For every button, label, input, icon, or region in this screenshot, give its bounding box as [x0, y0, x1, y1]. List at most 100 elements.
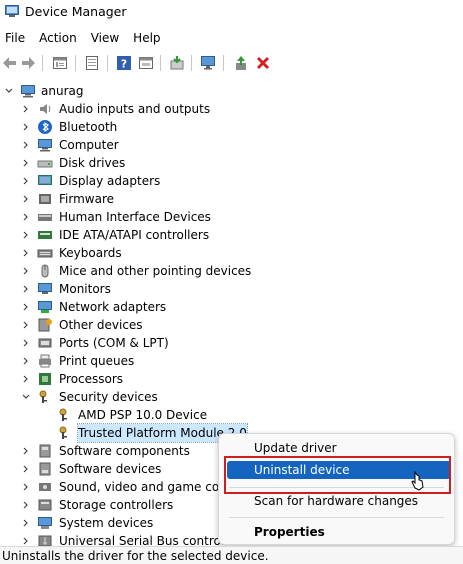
properties-icon[interactable] [52, 55, 68, 71]
tree-category[interactable]: Disk drives [0, 154, 463, 172]
tree-category[interactable]: Audio inputs and outputs [0, 100, 463, 118]
security-key-icon [57, 407, 73, 423]
tree-device[interactable]: AMD PSP 10.0 Device [0, 406, 463, 424]
chevron-right-icon[interactable] [21, 230, 31, 240]
processor-icon [37, 371, 53, 387]
chevron-down-icon[interactable] [21, 392, 31, 402]
menu-help[interactable]: Help [133, 28, 160, 48]
ports-icon [37, 335, 53, 351]
chevron-right-icon[interactable] [21, 266, 31, 276]
tpm-key-icon [57, 425, 73, 441]
menu-view[interactable]: View [91, 28, 119, 48]
storage-icon [37, 497, 53, 513]
help-icon[interactable]: ? [116, 55, 132, 71]
forward-icon[interactable] [20, 55, 36, 71]
tree-category[interactable]: Monitors [0, 280, 463, 298]
computer-icon [37, 137, 53, 153]
tree-category[interactable]: Firmware [0, 190, 463, 208]
chevron-right-icon[interactable] [21, 104, 31, 114]
ide-controller-icon [37, 227, 53, 243]
enable-device-icon[interactable] [233, 55, 249, 71]
tree-category-label: Ports (COM & LPT) [59, 336, 169, 350]
chevron-right-icon[interactable] [21, 302, 31, 312]
chevron-right-icon[interactable] [21, 338, 31, 348]
tree-category[interactable]: Display adapters [0, 172, 463, 190]
svg-text:?: ? [121, 58, 127, 71]
menu-bar: File Action View Help [0, 28, 170, 48]
chevron-right-icon[interactable] [21, 374, 31, 384]
mouse-pointer-icon [411, 471, 424, 491]
tree-category-label: Computer [59, 138, 119, 152]
tree-category-label: Human Interface Devices [59, 210, 211, 224]
tree-category-label: Firmware [59, 192, 114, 206]
tree-category[interactable]: Ports (COM & LPT) [0, 334, 463, 352]
chevron-right-icon[interactable] [21, 212, 31, 222]
status-text: Uninstalls the driver for the selected d… [2, 549, 269, 563]
toolbar-separator [107, 55, 108, 71]
tree-category-label: IDE ATA/ATAPI controllers [59, 228, 210, 242]
tree-category-label: Audio inputs and outputs [59, 102, 211, 116]
monitor-icon[interactable] [200, 55, 216, 71]
speaker-icon [37, 101, 53, 117]
tree-category-label: Sound, video and game contr [59, 480, 237, 494]
toolbar: ? [0, 51, 463, 75]
chevron-right-icon[interactable] [21, 446, 31, 456]
chevron-right-icon[interactable] [21, 284, 31, 294]
other-devices-icon [37, 317, 53, 333]
chevron-right-icon[interactable] [21, 464, 31, 474]
chevron-right-icon[interactable] [21, 140, 31, 150]
tree-category[interactable]: Keyboards [0, 244, 463, 262]
system-devices-icon [37, 515, 53, 531]
tree-category-label: Print queues [59, 354, 135, 368]
chevron-right-icon[interactable] [21, 122, 31, 132]
chevron-right-icon[interactable] [21, 356, 31, 366]
tree-category[interactable]: Other devices [0, 316, 463, 334]
window-title: Device Manager [25, 4, 127, 19]
tree-category[interactable]: Network adapters [0, 298, 463, 316]
software-components-icon [37, 443, 53, 459]
tree-category[interactable]: Human Interface Devices [0, 208, 463, 226]
tree-category-label: Other devices [59, 318, 143, 332]
tree-category[interactable]: Mice and other pointing devices [0, 262, 463, 280]
status-bar: Uninstalls the driver for the selected d… [0, 546, 463, 564]
tree-root[interactable]: anurag [0, 82, 463, 100]
back-icon[interactable] [2, 55, 18, 71]
chevron-down-icon[interactable] [4, 86, 14, 96]
firmware-icon [37, 191, 53, 207]
menu-action[interactable]: Action [39, 28, 77, 48]
chevron-right-icon[interactable] [21, 158, 31, 168]
menu-item-update-driver[interactable]: Update driver [254, 441, 337, 455]
tree-category-label: Keyboards [59, 246, 122, 260]
tree-category[interactable]: Processors [0, 370, 463, 388]
tree-category-label: Monitors [59, 282, 111, 296]
update-driver-icon[interactable] [169, 55, 185, 71]
keyboard-icon [37, 245, 53, 261]
tree-category-label: System devices [59, 516, 154, 530]
menu-item-scan-hardware[interactable]: Scan for hardware changes [254, 494, 418, 508]
chevron-right-icon[interactable] [21, 536, 31, 546]
chevron-right-icon[interactable] [21, 518, 31, 528]
tree-category[interactable]: Security devices [0, 388, 463, 406]
uninstall-red-x-icon[interactable] [255, 55, 271, 71]
action-icon[interactable] [138, 55, 154, 71]
chevron-right-icon[interactable] [21, 194, 31, 204]
root-computer-icon [20, 83, 36, 99]
menu-item-properties[interactable]: Properties [254, 525, 325, 539]
chevron-right-icon[interactable] [21, 176, 31, 186]
bluetooth-icon [37, 119, 53, 135]
disk-drive-icon [37, 155, 53, 171]
tree-category[interactable]: Computer [0, 136, 463, 154]
tree-category[interactable]: Bluetooth [0, 118, 463, 136]
menu-file[interactable]: File [5, 28, 25, 48]
mouse-icon [37, 263, 53, 279]
show-hide-icon[interactable] [84, 55, 100, 71]
toolbar-separator [75, 55, 76, 71]
chevron-right-icon[interactable] [21, 482, 31, 492]
chevron-right-icon[interactable] [21, 248, 31, 258]
chevron-right-icon[interactable] [21, 500, 31, 510]
tree-category[interactable]: IDE ATA/ATAPI controllers [0, 226, 463, 244]
tree-category[interactable]: Print queues [0, 352, 463, 370]
chevron-right-icon[interactable] [21, 320, 31, 330]
tree-category-label: Disk drives [59, 156, 126, 170]
security-key-icon [37, 389, 53, 405]
